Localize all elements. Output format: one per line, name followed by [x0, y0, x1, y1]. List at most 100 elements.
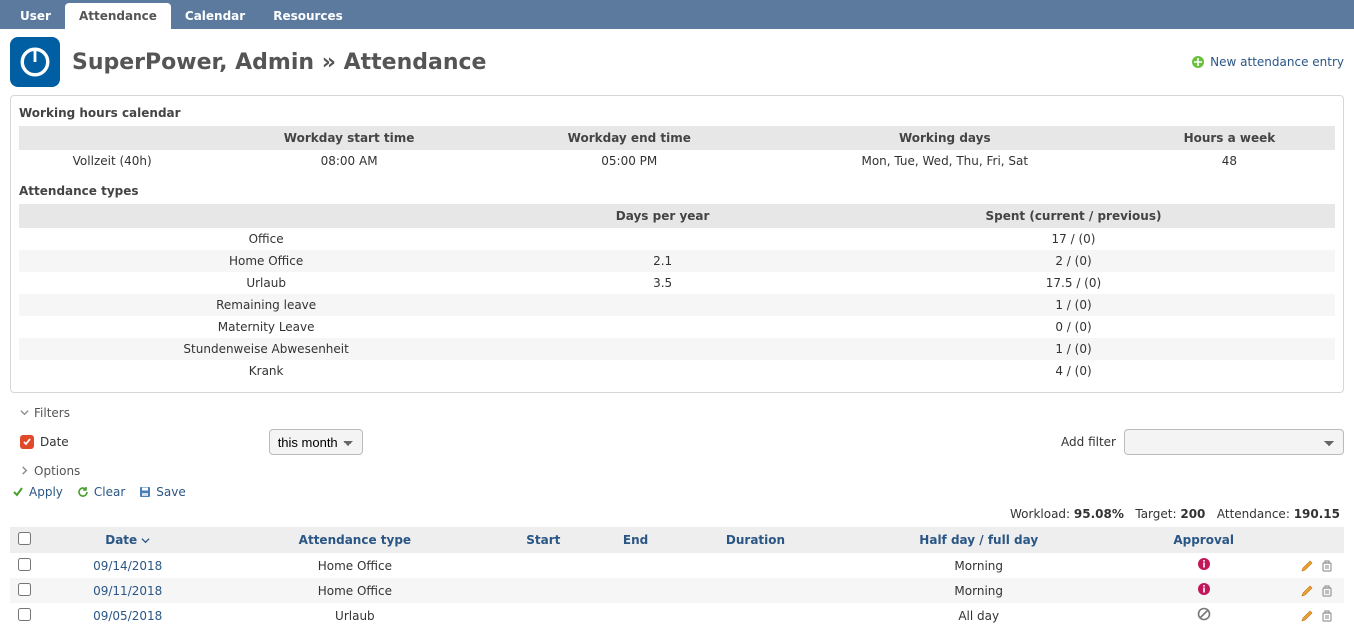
wh-hours: 48 — [1124, 150, 1335, 172]
at-col: Days per year — [513, 204, 812, 228]
add-filter-label: Add filter — [1061, 435, 1116, 449]
col-start[interactable]: Start — [526, 533, 560, 547]
filters-label: Filters — [34, 406, 70, 420]
wh-start: 08:00 AM — [205, 150, 492, 172]
check-icon — [12, 486, 24, 498]
row-checkbox[interactable] — [18, 558, 31, 571]
wh-col: Hours a week — [1124, 126, 1335, 150]
at-col: Spent (current / previous) — [812, 204, 1335, 228]
add-icon — [1191, 55, 1205, 69]
entry-end — [594, 603, 677, 628]
reload-icon — [77, 486, 89, 498]
date-filter-select[interactable]: this month — [269, 429, 363, 455]
delete-icon[interactable] — [1320, 584, 1334, 598]
wh-col — [19, 126, 205, 150]
attendance-type-row: Office17 / (0) — [19, 228, 1335, 250]
entry-approval — [1123, 553, 1284, 578]
entry-duration — [677, 553, 834, 578]
info-icon — [1197, 582, 1211, 596]
attendance-type-row: Stundenweise Abwesenheit1 / (0) — [19, 338, 1335, 360]
col-approval[interactable]: Approval — [1173, 533, 1234, 547]
entry-type: Home Office — [217, 553, 492, 578]
delete-icon[interactable] — [1320, 609, 1334, 623]
apply-button[interactable]: Apply — [12, 485, 63, 499]
entry-date-link[interactable]: 09/14/2018 — [93, 559, 162, 573]
clear-button[interactable]: Clear — [77, 485, 125, 499]
save-icon — [139, 486, 151, 498]
stats-summary: Workload: 95.08% Target: 200 Attendance:… — [10, 505, 1344, 525]
user-name: SuperPower, Admin — [72, 50, 314, 75]
entry-halfday: All day — [834, 603, 1123, 628]
entry-duration — [677, 603, 834, 628]
col-end[interactable]: End — [623, 533, 648, 547]
summary-card: Working hours calendar Workday start tim… — [10, 95, 1344, 393]
options-toggle[interactable]: Options — [10, 461, 1344, 481]
entry-approval — [1123, 603, 1284, 628]
col-date[interactable]: Date — [105, 533, 150, 547]
tab-attendance[interactable]: Attendance — [65, 3, 171, 29]
select-all-checkbox[interactable] — [18, 532, 31, 545]
checkmark-icon — [20, 435, 34, 449]
entry-row: 09/11/2018 Home Office Morning — [10, 578, 1344, 603]
entry-date-link[interactable]: 09/05/2018 — [93, 609, 162, 623]
add-filter-select[interactable] — [1124, 429, 1344, 455]
entry-duration — [677, 578, 834, 603]
chevron-right-icon — [20, 464, 29, 478]
wh-end: 05:00 PM — [493, 150, 766, 172]
entry-halfday: Morning — [834, 553, 1123, 578]
attendance-types-table: Days per yearSpent (current / previous) … — [19, 204, 1335, 382]
entry-end — [594, 578, 677, 603]
action-bar: Apply Clear Save — [10, 481, 1344, 505]
info-icon — [1197, 557, 1211, 571]
col-type[interactable]: Attendance type — [299, 533, 411, 547]
col-halfday[interactable]: Half day / full day — [919, 533, 1038, 547]
attendance-type-row: Maternity Leave0 / (0) — [19, 316, 1335, 338]
new-attendance-entry-link[interactable]: New attendance entry — [1191, 55, 1344, 69]
row-checkbox[interactable] — [18, 608, 31, 621]
tab-resources[interactable]: Resources — [259, 3, 357, 29]
entry-type: Home Office — [217, 578, 492, 603]
main-tabbar: UserAttendanceCalendarResources — [0, 0, 1354, 29]
working-hours-table: Workday start timeWorkday end timeWorkin… — [19, 126, 1335, 172]
edit-icon[interactable] — [1300, 584, 1314, 598]
entry-start — [492, 553, 594, 578]
date-filter-label: Date — [40, 435, 69, 449]
entry-row: 09/05/2018 Urlaub All day — [10, 603, 1344, 628]
row-checkbox[interactable] — [18, 583, 31, 596]
at-col — [19, 204, 513, 228]
section-name: Attendance — [344, 50, 487, 75]
entry-row: 09/14/2018 Home Office Morning — [10, 553, 1344, 578]
entry-approval — [1123, 578, 1284, 603]
delete-icon[interactable] — [1320, 559, 1334, 573]
col-duration[interactable]: Duration — [726, 533, 785, 547]
entry-start — [492, 603, 594, 628]
tab-calendar[interactable]: Calendar — [171, 3, 259, 29]
filters-toggle[interactable]: Filters — [10, 403, 1344, 423]
deny-icon — [1197, 607, 1211, 621]
edit-icon[interactable] — [1300, 559, 1314, 573]
new-entry-label: New attendance entry — [1210, 55, 1344, 69]
entry-halfday: Morning — [834, 578, 1123, 603]
options-label: Options — [34, 464, 80, 478]
attendance-type-row: Krank4 / (0) — [19, 360, 1335, 382]
wh-col: Working days — [766, 126, 1124, 150]
wh-col: Workday start time — [205, 126, 492, 150]
save-button[interactable]: Save — [139, 485, 185, 499]
wh-col: Workday end time — [493, 126, 766, 150]
wh-name: Vollzeit (40h) — [19, 150, 205, 172]
wh-days: Mon, Tue, Wed, Thu, Fri, Sat — [766, 150, 1124, 172]
edit-icon[interactable] — [1300, 609, 1314, 623]
avatar — [10, 37, 60, 87]
page-title: SuperPower, Admin » Attendance — [72, 50, 486, 75]
attendance-type-row: Urlaub3.517.5 / (0) — [19, 272, 1335, 294]
attendance-type-row: Home Office2.12 / (0) — [19, 250, 1335, 272]
entry-end — [594, 553, 677, 578]
date-filter-checkbox[interactable]: Date — [20, 435, 69, 449]
tab-user[interactable]: User — [6, 3, 65, 29]
sort-desc-icon — [141, 536, 150, 545]
entry-type: Urlaub — [217, 603, 492, 628]
entry-date-link[interactable]: 09/11/2018 — [93, 584, 162, 598]
chevron-down-icon — [20, 406, 29, 420]
entry-start — [492, 578, 594, 603]
entries-table: Date Attendance type Start End Duration … — [10, 527, 1344, 628]
